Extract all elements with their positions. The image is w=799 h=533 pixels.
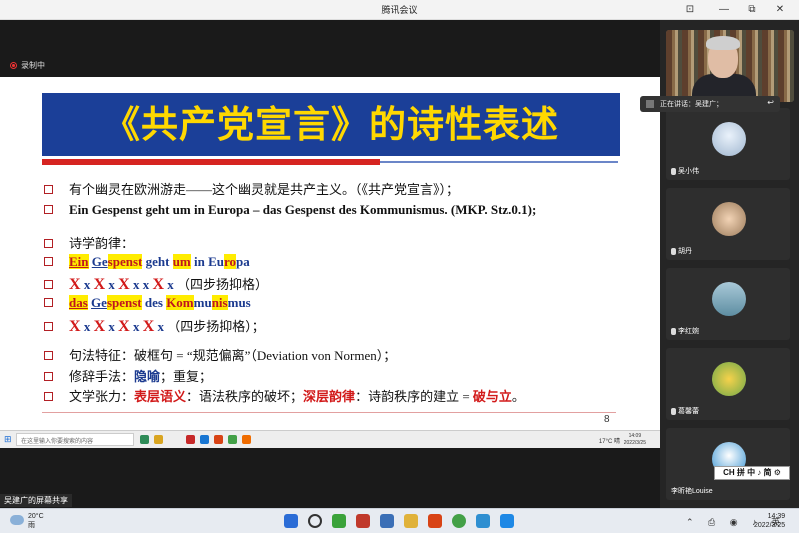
app-icon[interactable]	[380, 514, 394, 528]
title-underline-blue	[380, 161, 618, 163]
avatar	[712, 282, 746, 316]
avatar	[712, 122, 746, 156]
participant-tile[interactable]: 李红婉	[666, 268, 790, 340]
speaker-avatar-small	[646, 100, 654, 108]
slide-line-1: 有个幽灵在欧洲游走——这个幽灵就是共产主义。（《共产党宣言》）；	[44, 179, 459, 198]
avatar	[712, 362, 746, 396]
footer-divider	[42, 412, 616, 413]
participants-panel: 吴小伟 胡丹 李红婉 葛馨蕾 李昕艳Louise	[660, 20, 799, 508]
search-icon[interactable]	[308, 514, 322, 528]
weather-widget[interactable]: 20°C 雨	[28, 512, 44, 530]
participant-tile[interactable]: 葛馨蕾	[666, 348, 790, 420]
bullet-icon	[44, 205, 53, 214]
slide-line-5: X x X x X x x X x （四步扬抑格）	[44, 274, 268, 294]
collapse-arrow-icon[interactable]: ↩	[767, 98, 774, 107]
taskbar-clock[interactable]: 14:39 2022/3/25	[754, 512, 785, 530]
weather-icon	[10, 515, 24, 525]
slide-line-8: 句法特征：破框句 = “规范偏离”（Deviation von Normen）；	[44, 345, 396, 364]
restore-button[interactable]: ⧉	[740, 0, 764, 20]
bullet-icon	[44, 239, 53, 248]
slide-line-2: Ein Gespenst geht um in Europa – das Ges…	[44, 202, 536, 218]
participant-tile[interactable]: 李昕艳Louise	[666, 428, 790, 500]
bullet-icon	[44, 280, 53, 289]
record-icon	[10, 62, 17, 69]
presentation-slide: 《共产党宣言》的诗性表述 有个幽灵在欧洲游走——这个幽灵就是共产主义。（《共产党…	[0, 77, 660, 430]
bullet-icon	[44, 257, 53, 266]
chrome-icon[interactable]	[452, 514, 466, 528]
bullet-icon	[44, 322, 53, 331]
close-button[interactable]: ✕	[768, 0, 792, 20]
office-icon[interactable]	[428, 514, 442, 528]
slide-line-9: 修辞手法：隐喻；重复；	[44, 366, 212, 385]
shared-weather: 17°C 晴	[598, 439, 620, 445]
mic-icon	[671, 247, 676, 255]
bullet-icon	[44, 298, 53, 307]
mic-icon	[671, 407, 676, 415]
slide-line-7: X x X x X x X x （四步扬抑格）；	[44, 316, 265, 336]
bullet-icon	[44, 185, 53, 194]
ppt-icon	[214, 435, 223, 444]
app-icon[interactable]	[356, 514, 370, 528]
wechat-icon[interactable]	[332, 514, 346, 528]
bullet-icon	[44, 372, 53, 381]
avatar	[712, 202, 746, 236]
ime-toolbar[interactable]: CH 拼 中 ♪ 简 ⚙	[714, 466, 790, 480]
app-icon[interactable]	[500, 514, 514, 528]
edge-icon	[140, 435, 149, 444]
recording-label: 录制中	[21, 61, 45, 70]
pin-button[interactable]: ⊡	[678, 0, 702, 20]
participant-tile[interactable]: 胡丹	[666, 188, 790, 260]
speaker-video[interactable]	[666, 30, 794, 102]
window-titlebar: 腾讯会议 ⊡ — ⧉ ✕	[0, 0, 799, 20]
app-icon	[200, 435, 209, 444]
windows-start-icon: ⊞	[4, 434, 12, 444]
recording-indicator[interactable]: 录制中	[10, 60, 45, 71]
slide-line-3: 诗学韵律：	[44, 233, 134, 252]
shared-search-box: 在这里输入你要搜索的内容	[16, 433, 134, 446]
slide-line-4: Ein Gespenst geht um in Europa	[44, 254, 250, 270]
tencent-meeting-icon[interactable]	[476, 514, 490, 528]
slide-line-6: das Gespenst des Kommunismus	[44, 295, 251, 311]
shared-screen-taskbar: ⊞ 在这里输入你要搜索的内容 17°C 晴 14:09 2022/3/25	[0, 430, 660, 448]
speaking-indicator[interactable]: 正在讲话：吴建广； ↩	[640, 96, 780, 112]
app2-icon	[242, 435, 251, 444]
wps-icon	[186, 435, 195, 444]
speaker-hair	[706, 36, 740, 50]
slide-title-banner: 《共产党宣言》的诗性表述	[42, 93, 620, 156]
mic-icon	[671, 167, 676, 175]
title-underline-red	[42, 159, 380, 165]
start-icon[interactable]	[284, 514, 298, 528]
file-explorer-icon[interactable]	[404, 514, 418, 528]
chrome-icon	[228, 435, 237, 444]
screen-share-label: 吴建广的屏幕共享	[0, 494, 72, 507]
slide-line-10: 文学张力：表层语义：语法秩序的破坏；深层韵律：诗韵秩序的建立 = 破与立。	[44, 386, 525, 405]
folder-icon	[154, 435, 163, 444]
bullet-icon	[44, 392, 53, 401]
mic-icon	[671, 327, 676, 335]
slide-page-number: 8	[604, 414, 610, 425]
slide-title: 《共产党宣言》的诗性表述	[103, 103, 559, 146]
bullet-icon	[44, 351, 53, 360]
minimize-button[interactable]: —	[712, 0, 736, 20]
shared-clock: 14:09 2022/3/25	[623, 433, 646, 446]
participant-tile[interactable]: 吴小伟	[666, 108, 790, 180]
windows-taskbar: 20°C 雨 ⌃ ⎙ ◉ ♪ 英 14:39 2022/3/25	[0, 508, 799, 533]
